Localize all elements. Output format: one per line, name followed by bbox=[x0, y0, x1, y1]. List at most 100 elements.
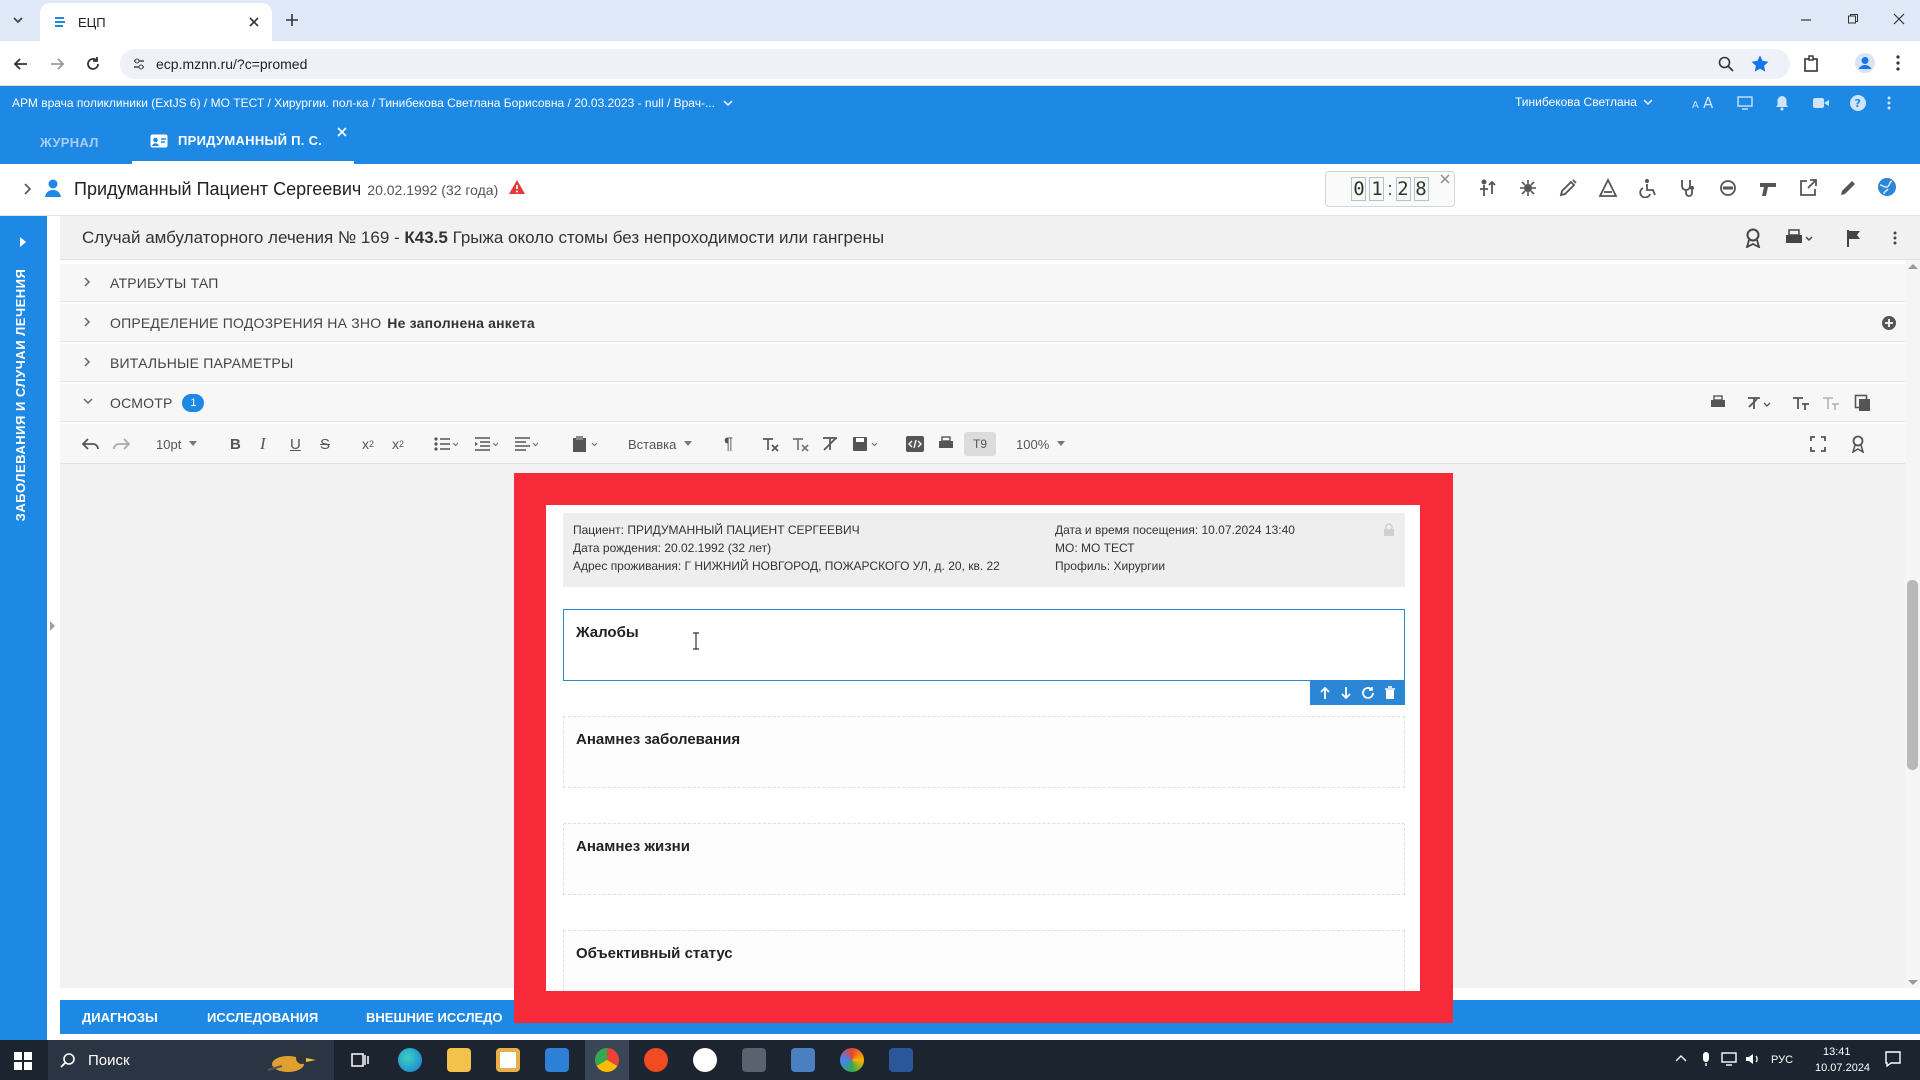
source-code-icon[interactable] bbox=[906, 432, 924, 456]
sidebar-label[interactable]: ЗАБОЛЕВАНИЯ И СЛУЧАИ ЛЕЧЕНИЯ bbox=[13, 235, 35, 555]
input-language[interactable]: РУС bbox=[1771, 1054, 1793, 1066]
section-tap-attributes[interactable]: АТРИБУТЫ ТАП bbox=[60, 264, 1905, 302]
clock-date[interactable]: 10.07.2024 bbox=[1815, 1062, 1870, 1074]
edit-pencil-icon[interactable] bbox=[1838, 178, 1858, 198]
flag-icon[interactable] bbox=[1846, 229, 1862, 247]
font-size-select[interactable]: 10pt bbox=[156, 432, 198, 456]
expand-chevron-icon[interactable] bbox=[22, 182, 32, 196]
yandex-browser-icon[interactable] bbox=[644, 1048, 668, 1072]
browser-tab[interactable]: ЕЦП bbox=[40, 3, 272, 41]
strikethrough-button[interactable]: S bbox=[320, 432, 330, 456]
site-info-icon[interactable] bbox=[132, 57, 146, 71]
print-icon[interactable] bbox=[1710, 395, 1726, 411]
yandex-icon[interactable] bbox=[693, 1048, 717, 1072]
patient-name[interactable]: Придуманный Пациент Сергеевич bbox=[74, 179, 361, 200]
volume-icon[interactable] bbox=[1745, 1052, 1761, 1066]
zoom-select[interactable]: 100% bbox=[1016, 432, 1066, 456]
complaints-field[interactable]: Жалобы bbox=[563, 609, 1405, 681]
disease-anamnesis-field[interactable]: Анамнез заболевания bbox=[563, 716, 1405, 788]
tab-list-icon[interactable] bbox=[10, 12, 26, 28]
italic-button[interactable]: I bbox=[260, 432, 266, 456]
address-input[interactable]: ecp.mznn.ru/?c=promed bbox=[120, 49, 1790, 79]
breadcrumb[interactable]: АРМ врача поликлиники (ExtJS 6) / МО ТЕС… bbox=[12, 96, 715, 110]
external-link-icon[interactable] bbox=[1798, 178, 1818, 198]
file-explorer-icon[interactable] bbox=[447, 1048, 471, 1072]
move-down-icon[interactable] bbox=[1340, 686, 1352, 700]
bullet-list-icon[interactable] bbox=[434, 432, 458, 456]
help-icon[interactable]: ? bbox=[1849, 94, 1867, 112]
add-circle-icon[interactable] bbox=[1881, 315, 1897, 331]
section-zno-suspicion[interactable]: ОПРЕДЕЛЕНИЕ ПОДОЗРЕНИЯ НА ЗНО Не заполне… bbox=[60, 304, 1905, 342]
microphone-icon[interactable] bbox=[1701, 1051, 1711, 1067]
print-icon[interactable] bbox=[938, 432, 954, 456]
align-icon[interactable] bbox=[514, 432, 538, 456]
photos-icon[interactable] bbox=[840, 1048, 864, 1072]
video-icon[interactable] bbox=[1813, 97, 1829, 109]
subscript-button[interactable]: x2 bbox=[362, 432, 374, 456]
refresh-icon[interactable] bbox=[1361, 686, 1375, 700]
insert-menu[interactable]: Вставка bbox=[628, 432, 693, 456]
chevron-down-icon[interactable] bbox=[723, 98, 733, 108]
browser-menu-icon[interactable] bbox=[1895, 54, 1901, 72]
notifications-icon[interactable] bbox=[1885, 1051, 1901, 1067]
word-icon[interactable] bbox=[889, 1048, 913, 1072]
pilcrow-icon[interactable]: ¶ bbox=[724, 432, 733, 456]
tab-patient[interactable]: ПРИДУМАННЫЙ П. С. bbox=[132, 120, 354, 164]
virus-icon[interactable] bbox=[1518, 178, 1538, 198]
tab-journal[interactable]: ЖУРНАЛ bbox=[40, 120, 99, 164]
patient-move-icon[interactable] bbox=[1478, 178, 1498, 198]
edge-icon[interactable] bbox=[398, 1048, 422, 1072]
scroll-up-icon[interactable] bbox=[1908, 263, 1918, 269]
save-template-icon[interactable] bbox=[852, 432, 878, 456]
stethoscope-icon[interactable] bbox=[1678, 178, 1698, 198]
undo-icon[interactable] bbox=[82, 432, 100, 456]
redo-icon[interactable] bbox=[112, 432, 130, 456]
bell-icon[interactable] bbox=[1775, 95, 1789, 111]
disability-icon[interactable] bbox=[1638, 178, 1658, 198]
chrome-icon[interactable] bbox=[595, 1048, 619, 1072]
diagnosis-code[interactable]: К43.5 bbox=[404, 228, 447, 248]
remove-format-icon[interactable] bbox=[762, 432, 780, 456]
underline-button[interactable]: U bbox=[290, 432, 301, 456]
app-menu-icon[interactable] bbox=[1886, 95, 1892, 111]
scrollbar-thumb[interactable] bbox=[1907, 580, 1918, 770]
remote-desktop-icon[interactable] bbox=[791, 1048, 815, 1072]
section-examination[interactable]: ОСМОТР 1 bbox=[60, 384, 1905, 422]
print-menu-icon[interactable] bbox=[1785, 229, 1813, 247]
life-anamnesis-field[interactable]: Анамнез жизни bbox=[563, 823, 1405, 895]
profile-icon[interactable] bbox=[1854, 52, 1876, 74]
bookmark-star-icon[interactable] bbox=[1750, 54, 1770, 74]
monitor-icon[interactable] bbox=[1737, 96, 1753, 110]
triangle-ruler-icon[interactable] bbox=[1598, 178, 1618, 198]
indent-icon[interactable] bbox=[474, 432, 498, 456]
superscript-button[interactable]: x2 bbox=[392, 432, 404, 456]
task-view-icon[interactable] bbox=[350, 1050, 370, 1070]
tab-diagnoses[interactable]: ДИАГНОЗЫ bbox=[82, 1000, 158, 1034]
text-style-icon[interactable] bbox=[1792, 395, 1810, 411]
store-icon[interactable] bbox=[496, 1048, 520, 1072]
fullscreen-icon[interactable] bbox=[1810, 432, 1826, 456]
window-close-icon[interactable] bbox=[1893, 13, 1905, 25]
award-icon[interactable] bbox=[1744, 228, 1762, 248]
clear-icon[interactable] bbox=[822, 432, 840, 456]
start-icon[interactable] bbox=[14, 1052, 32, 1070]
lock-icon[interactable] bbox=[1383, 523, 1395, 537]
forward-icon[interactable] bbox=[48, 55, 66, 73]
t9-toggle[interactable]: T9 bbox=[964, 432, 996, 456]
clear-format-menu-icon[interactable] bbox=[1746, 395, 1772, 411]
new-tab-icon[interactable] bbox=[284, 12, 300, 28]
block-icon[interactable] bbox=[1718, 178, 1738, 198]
bold-button[interactable]: B bbox=[230, 432, 241, 456]
section-vital-params[interactable]: ВИТАЛЬНЫЕ ПАРАМЕТРЫ bbox=[60, 344, 1905, 382]
mail-icon[interactable] bbox=[545, 1048, 569, 1072]
delete-icon[interactable] bbox=[1384, 686, 1396, 700]
calculator-icon[interactable] bbox=[742, 1048, 766, 1072]
extensions-icon[interactable] bbox=[1802, 54, 1822, 74]
back-icon[interactable] bbox=[12, 55, 30, 73]
clock-time[interactable]: 13:41 bbox=[1823, 1046, 1851, 1058]
gun-icon[interactable] bbox=[1758, 178, 1778, 198]
collapse-handle-icon[interactable] bbox=[49, 620, 57, 632]
tab-external-investigations[interactable]: ВНЕШНИЕ ИССЛЕДО bbox=[366, 1000, 503, 1034]
close-timer-icon[interactable] bbox=[1440, 174, 1450, 184]
window-restore-icon[interactable] bbox=[1847, 13, 1859, 25]
